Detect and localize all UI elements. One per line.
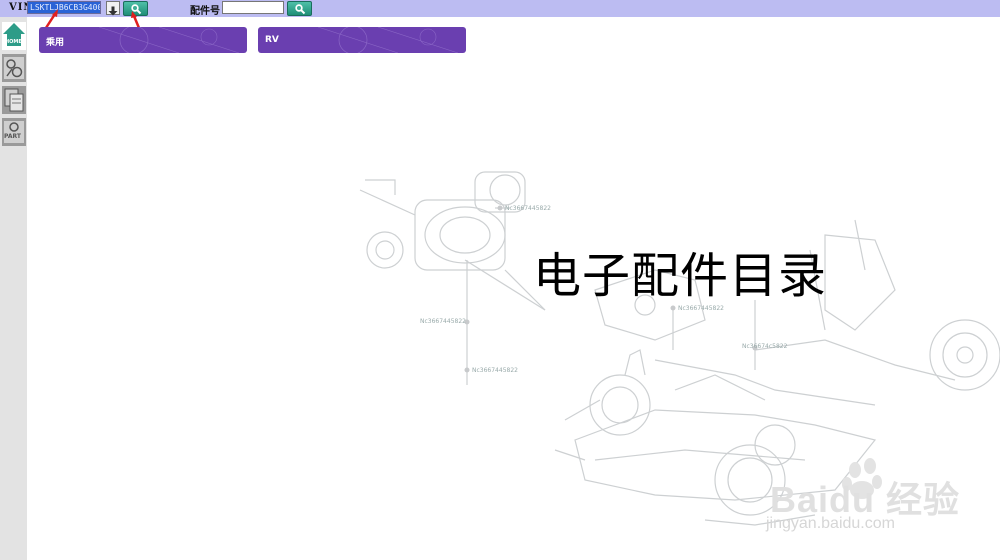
part-label: PART [4,133,21,140]
left-sidebar: HOME PART [0,17,27,560]
gear-wrench-icon [4,57,24,79]
home-icon [3,23,25,46]
sidebar-parts-lookup-button[interactable] [2,54,26,82]
card-pattern [317,27,459,53]
category-card-label: RV [265,35,279,45]
card-pattern [98,27,240,53]
vin-search-button[interactable] [123,1,148,16]
category-card-rv[interactable]: RV [258,27,466,53]
callout-label: Nc3667445822 [420,318,466,325]
documents-icon [4,88,24,112]
vin-history-dropdown-button[interactable] [106,1,120,16]
callout-label: Nc3667445822 [505,205,551,212]
part-number-label: 配件号 [190,6,220,17]
part-search-button[interactable] [287,1,312,16]
sidebar-part-button[interactable]: PART [2,118,26,146]
sidebar-home-button[interactable]: HOME [2,22,26,50]
category-card-passenger[interactable]: 乘用 [39,27,247,53]
home-label: HOME [5,39,22,45]
part-icon [4,121,24,143]
page-title: 电子配件目录 [533,248,828,304]
sidebar-documents-button[interactable] [2,86,26,114]
search-icon [131,4,142,15]
arrow-down-icon [108,6,118,16]
watermark-url: jingyan.baidu.com [766,515,895,532]
search-icon [295,4,306,15]
top-toolbar: VIN LSKTLJB6CB3G400 配件号 [0,0,1000,17]
part-number-input[interactable] [222,1,284,14]
callout-label: Nc3667445822 [472,367,518,374]
vin-input[interactable]: LSKTLJB6CB3G400 [27,1,101,14]
callout-label: Nc36674c5822 [742,343,788,350]
callout-label: Nc3667445822 [678,305,724,312]
category-card-label: 乘用 [46,38,65,48]
